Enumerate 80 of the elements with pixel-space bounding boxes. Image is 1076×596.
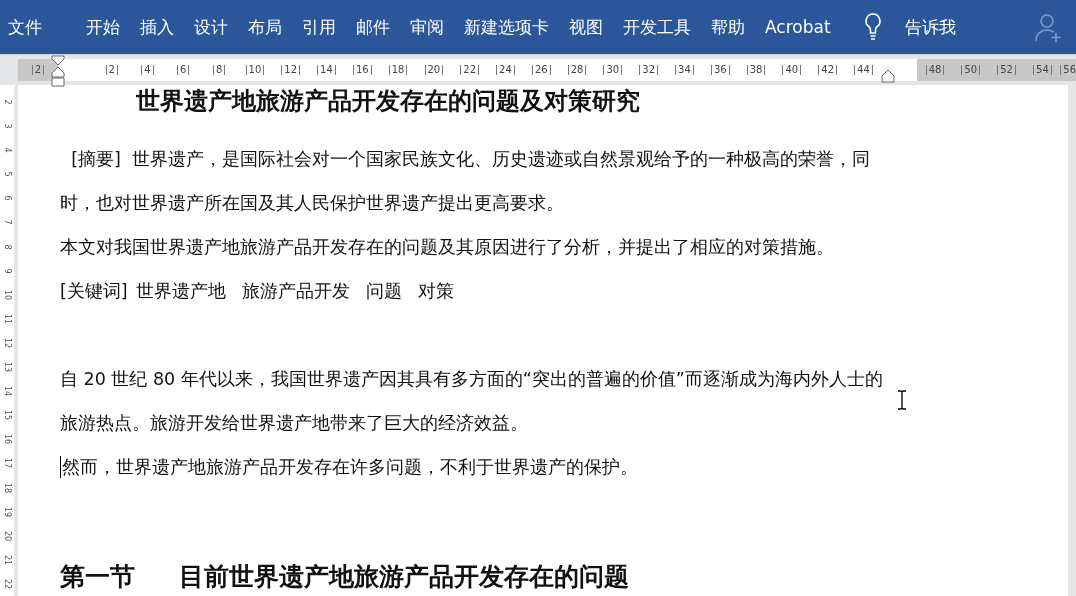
ruler-number: 19 (2, 506, 13, 517)
body-paragraph: 自 20 世纪 80 年代以来，我国世界遗产因其具有多方面的“突出的普遍的价值”而逐渐成为海内外人士的旅游热点。旅游开发给世界遗产地带来了巨大的经济效益。 (60, 369, 883, 433)
ruler-number: 10 (2, 289, 13, 300)
ruler-number: 22 (2, 578, 13, 589)
ruler-number: 13 (2, 361, 13, 373)
ruler-number: 11 (2, 313, 13, 324)
ruler-number: 12 (2, 337, 13, 349)
ruler-number: 8 (2, 244, 13, 250)
ruler-number: 50 (961, 65, 981, 75)
body-paragraph: 本文对我国世界遗产地旅游产品开发存在的问题及其原因进行了分析，并提出了相应的对策措施。 (60, 237, 834, 257)
ruler-number: 18 (2, 482, 13, 493)
ruler-number: 7 (2, 219, 13, 225)
ruler-number: 48 (925, 65, 945, 75)
ruler-number: 9 (2, 268, 13, 274)
ruler-number: 42 (818, 65, 837, 75)
keywords-label: [关键词] (60, 281, 128, 301)
ruler-number: 4 (2, 147, 13, 153)
ruler-number: 6 (2, 195, 13, 201)
ribbon-tab[interactable]: 开发工具 (613, 7, 701, 47)
ruler-number: 40 (782, 65, 802, 75)
ruler-number: 10 (245, 65, 265, 75)
ruler-number: 21 (2, 554, 13, 565)
ribbon-tab[interactable]: 开始 (76, 7, 130, 47)
ribbon-tab[interactable]: 新建选项卡 (454, 7, 559, 47)
ribbon-tab[interactable]: 帮助 (701, 7, 755, 47)
ruler-number: 2 (31, 65, 45, 75)
document-title: 世界遗产地旅游产品开发存在的问题及对策研究 (136, 87, 641, 117)
section-heading: 目前世界遗产地旅游产品开发存在的问题 (179, 561, 629, 593)
ruler-number: 20 (2, 530, 13, 541)
tell-me-button[interactable]: 告诉我 (898, 14, 962, 40)
ruler-number: 16 (2, 434, 13, 445)
ruler-number: 4 (141, 65, 154, 75)
ribbon-tab[interactable]: 邮件 (346, 7, 400, 47)
ruler-number: 5 (2, 171, 13, 177)
keyword: 对策 (417, 281, 454, 301)
keyword: 世界遗产地 (135, 281, 226, 301)
ruler-number: 3 (2, 123, 13, 129)
add-user-icon[interactable] (1034, 11, 1064, 43)
ribbon-tab[interactable]: 设计 (184, 7, 238, 47)
indent-marker-icon[interactable] (51, 55, 65, 87)
body-paragraph: 然而，世界遗产地旅游产品开发存在许多问题，不利于世界遗产的保护。 (62, 456, 638, 479)
ruler-number: 36 (710, 65, 730, 75)
ruler-number: 26 (531, 65, 551, 75)
ruler-number: 34 (675, 65, 694, 75)
ruler-number: 17 (2, 458, 13, 469)
ruler-number: 12 (281, 65, 301, 75)
right-indent-marker-icon[interactable] (881, 69, 895, 83)
ruler-number: 56 (1060, 65, 1076, 75)
ruler-number: 44 (854, 65, 873, 75)
ruler-number: 24 (496, 65, 515, 75)
ruler-number: 14 (2, 386, 13, 397)
ruler-number: 2 (2, 99, 13, 105)
keyword: 问题 (365, 281, 402, 301)
ruler-number: 52 (997, 65, 1016, 75)
ruler-number: 16 (352, 65, 372, 75)
ribbon-tab[interactable]: 审阅 (400, 7, 454, 47)
ruler-number: 18 (388, 65, 408, 75)
abstract-paragraph: [摘要] 世界遗产，是国际社会对一个国家民族文化、历史遗迹或自然景观给予的一种极高的荣誉，同时，也对世界遗产所在国及其人民保护世界遗产提出更高要求。 (60, 148, 871, 215)
ruler-number: 38 (746, 65, 766, 75)
ruler-number: 20 (424, 65, 444, 75)
section-number: 第一节 (60, 561, 135, 593)
ruler-number: 22 (460, 65, 480, 75)
ruler-number: 15 (2, 410, 13, 421)
ruler-number: 32 (639, 65, 658, 75)
ruler-number: 54 (1033, 65, 1052, 75)
i-beam-cursor-icon (896, 390, 908, 410)
ruler-number: 14 (317, 65, 336, 75)
ruler-number: 28 (567, 65, 587, 75)
lightbulb-icon[interactable] (862, 12, 883, 42)
ribbon-tab[interactable]: 引用 (292, 7, 346, 47)
ruler-number: 30 (603, 65, 623, 75)
ribbon-tab[interactable]: 布局 (238, 7, 292, 47)
ribbon-tab[interactable]: 视图 (559, 7, 613, 47)
ribbon-tab[interactable]: 插入 (130, 7, 184, 47)
ruler-number: 8 (212, 65, 226, 75)
ribbon-tab[interactable]: Acrobat (755, 7, 841, 47)
ribbon-tab[interactable]: 文件 (0, 7, 52, 47)
keyword: 旅游产品开发 (241, 281, 350, 301)
ruler-number: 2 (105, 65, 118, 75)
ruler-number: 6 (177, 65, 190, 75)
